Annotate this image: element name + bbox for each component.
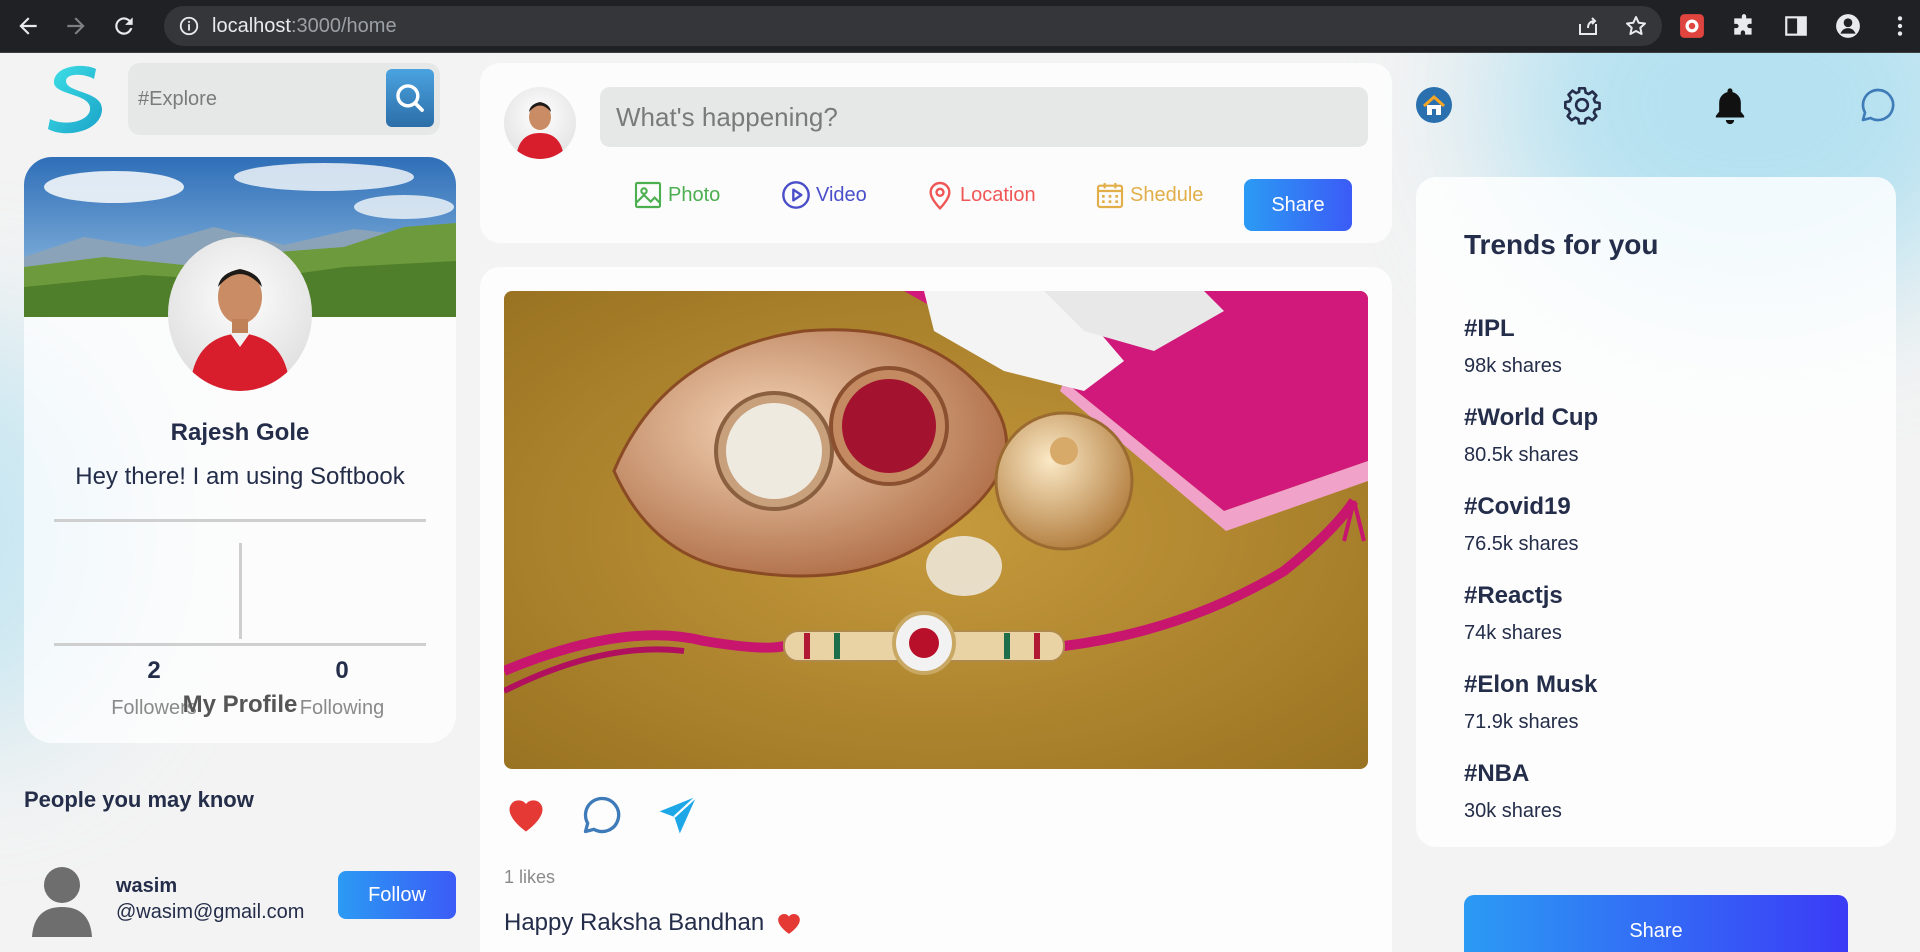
schedule-option[interactable]: Shedule (1094, 177, 1203, 213)
trends-card: Trends for you #IPL 98k shares #World Cu… (1416, 177, 1896, 847)
profile-bio: Hey there! I am using Softbook (75, 463, 405, 490)
divider (54, 519, 426, 522)
trend-name: #Elon Musk (1464, 671, 1598, 698)
search-input[interactable] (138, 87, 378, 111)
back-button[interactable] (8, 6, 48, 46)
trend-shares: 30k shares (1464, 800, 1562, 822)
photo-option[interactable]: Photo (632, 177, 720, 213)
extension-red-icon[interactable] (1676, 10, 1708, 42)
photo-label: Photo (668, 183, 721, 206)
location-option[interactable]: Location (924, 177, 1036, 213)
trend-name: #World Cup (1464, 404, 1599, 431)
composer-avatar[interactable] (504, 87, 576, 159)
people-you-may-know-title: People you may know (24, 787, 254, 812)
back-arrow-icon (19, 17, 37, 35)
user-photo-icon (190, 269, 290, 391)
forward-button[interactable] (56, 6, 96, 46)
my-profile-link[interactable]: My Profile (24, 691, 456, 719)
followers-count: 2 (147, 657, 161, 684)
post-image[interactable] (504, 291, 1368, 769)
settings-nav-button[interactable] (1560, 83, 1604, 127)
location-label: Location (960, 183, 1036, 206)
send-share-icon[interactable] (656, 793, 700, 837)
likes-count: 1 likes (504, 867, 556, 887)
reload-button[interactable] (104, 6, 144, 46)
forward-arrow-icon (67, 17, 85, 35)
calendar-icon (1096, 183, 1124, 209)
bookmark-star-icon[interactable] (1624, 14, 1648, 38)
messages-nav-button[interactable] (1856, 83, 1900, 127)
home-page: Rajesh Gole Hey there! I am using Softbo… (0, 53, 1920, 952)
trend-shares: 98k shares (1464, 355, 1562, 377)
trend-name: #NBA (1464, 760, 1530, 787)
video-label: Video (816, 183, 867, 206)
divider (54, 643, 426, 646)
chat-bubble-icon (1861, 88, 1895, 122)
bell-icon (1715, 88, 1745, 125)
notifications-nav-button[interactable] (1708, 83, 1752, 127)
person-name: wasim (116, 875, 178, 897)
trend-shares: 76.5k shares (1464, 533, 1579, 555)
browser-menu-icon[interactable] (1884, 10, 1916, 42)
side-panel-icon[interactable] (1780, 10, 1812, 42)
home-icon (1416, 87, 1452, 123)
softbook-logo-icon[interactable] (44, 63, 106, 135)
trend-item[interactable]: #IPL 98k shares (1464, 315, 1562, 378)
person-email: @wasim@gmail.com (116, 901, 305, 923)
extensions-puzzle-icon[interactable] (1728, 10, 1760, 42)
image-icon (634, 181, 662, 209)
trend-item[interactable]: #World Cup 80.5k shares (1464, 404, 1598, 467)
person-suggestion: wasim @wasim@gmail.com Follow (24, 865, 456, 945)
caption-text: Happy Raksha Bandhan (504, 909, 765, 936)
trend-name: #IPL (1464, 315, 1515, 342)
site-info-icon[interactable] (178, 15, 200, 37)
trend-item[interactable]: #Elon Musk 71.9k shares (1464, 671, 1597, 734)
following-count: 0 (335, 657, 349, 684)
follow-button[interactable]: Follow (338, 871, 456, 919)
composer-share-button[interactable]: Share (1244, 179, 1352, 231)
red-heart-icon (778, 913, 801, 934)
profile-avatar-icon[interactable] (1832, 10, 1864, 42)
user-placeholder-icon (32, 867, 92, 937)
whats-happening-input[interactable] (600, 87, 1368, 147)
address-bar[interactable]: localhost:3000/home (164, 6, 1662, 46)
trend-shares: 74k shares (1464, 622, 1562, 644)
play-circle-icon (782, 181, 810, 209)
search-button[interactable] (386, 69, 434, 127)
schedule-label: Shedule (1130, 183, 1204, 206)
url-text: localhost:3000/home (212, 14, 397, 37)
trend-item[interactable]: #Reactjs 74k shares (1464, 582, 1563, 645)
reload-icon (115, 17, 133, 35)
feed-post: 1 likes Happy Raksha Bandhan (480, 267, 1392, 952)
profile-card: Rajesh Gole Hey there! I am using Softbo… (24, 157, 456, 743)
share-page-icon[interactable] (1576, 14, 1600, 38)
post-caption: Happy Raksha Bandhan (504, 909, 802, 937)
user-photo-icon (516, 102, 564, 159)
home-nav-button[interactable] (1412, 83, 1456, 127)
browser-toolbar: localhost:3000/home (0, 0, 1920, 52)
video-option[interactable]: Video (780, 177, 867, 213)
post-composer: Photo Video Location Shedule Share (480, 63, 1392, 243)
gear-icon (1564, 87, 1601, 125)
trends-title: Trends for you (1464, 229, 1659, 260)
trend-name: #Covid19 (1464, 493, 1571, 520)
comment-icon[interactable] (580, 793, 624, 837)
trends-share-button[interactable]: Share (1464, 895, 1848, 952)
trend-shares: 80.5k shares (1464, 444, 1579, 466)
profile-avatar[interactable] (168, 237, 312, 391)
trend-item[interactable]: #Covid19 76.5k shares (1464, 493, 1579, 556)
search-icon (396, 84, 424, 112)
explore-search (128, 63, 440, 135)
trend-item[interactable]: #NBA 30k shares (1464, 760, 1562, 823)
trend-name: #Reactjs (1464, 582, 1563, 609)
like-heart-icon[interactable] (504, 793, 548, 837)
profile-name: Rajesh Gole (170, 419, 310, 446)
trend-shares: 71.9k shares (1464, 711, 1579, 733)
location-pin-icon (929, 181, 951, 211)
divider (239, 543, 242, 639)
